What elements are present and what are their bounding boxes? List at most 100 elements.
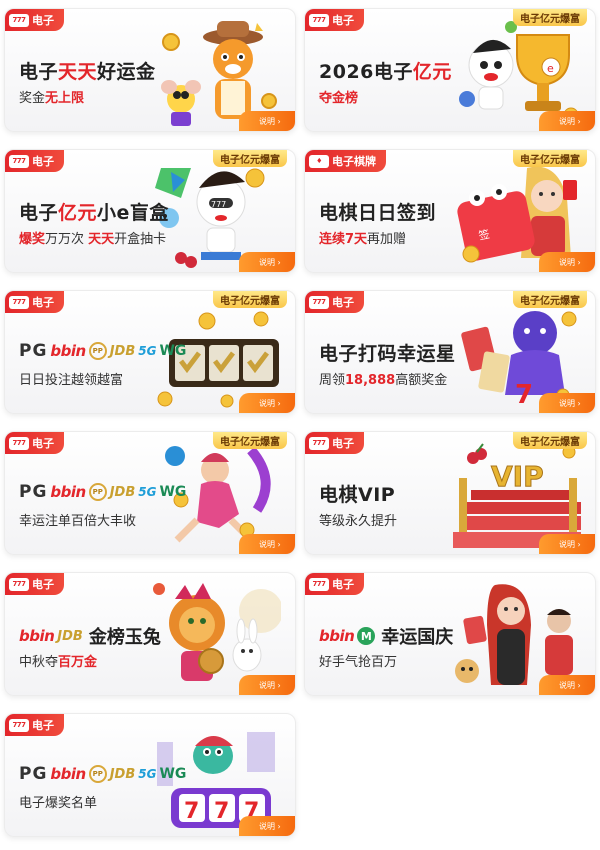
category-tag: 777 电子 [305,432,364,454]
promo-card-gold-ranking[interactable]: 777 电子 电子亿元爆富 2026电子亿元 夺金榜 e 说明 › [304,8,596,132]
svg-text:7: 7 [214,799,229,824]
promo-card-daily-checkin[interactable]: ♦ 电子棋牌 电子亿元爆富 电棋日日签到 连续7天再加赠 签 说明 › [304,149,596,273]
card-title: 电子天天好运金 [19,61,156,83]
detail-button[interactable]: 说明 › [239,816,295,836]
card-title: 电子亿元小e盲盒 [19,202,169,224]
hot-badge: 电子亿元爆富 [513,291,587,308]
svg-text:e: e [547,62,554,75]
category-tag: 777 电子 [5,150,64,172]
hot-badge: 电子亿元爆富 [513,9,587,26]
card-subtitle: 幸运注单百倍大丰收 [19,514,137,529]
card-subtitle: 电子爆奖名单 [19,796,98,811]
card-subtitle: 爆奖万万次 天天开盒抽卡 [19,232,167,247]
category-label: 电子 [32,296,54,309]
bbin-logo: bbin [50,483,86,501]
category-tag: 777 电子 [5,573,64,595]
card-subtitle: 夺金榜 [319,91,359,106]
hot-badge: 电子亿元爆富 [213,291,287,308]
slot-777-icon: 777 [9,295,29,309]
promo-card-national-day[interactable]: 777 电子 bbin M 幸运国庆 好手气抢百万 说明 › [304,572,596,696]
bbin-logo: bbin [50,342,86,360]
detail-button[interactable]: 说明 › [239,393,295,413]
card-title: 金榜玉兔 [88,627,161,648]
pg-logo: PG [19,341,48,361]
wg-logo: WG [159,484,187,500]
promo-card-jade-rabbit[interactable]: 777 电子 bbin JDB 金榜玉兔 中秋夺百万金 说明 › [4,572,296,696]
detail-button[interactable]: 说明 › [239,534,295,554]
5g-logo: 5G [138,485,157,499]
detail-button[interactable]: 说明 › [239,252,295,272]
slot-777-icon: 777 [309,577,329,591]
promo-card-vip[interactable]: 777 电子 电子亿元爆富 电棋VIP 等级永久提升 VIP 说明 › [304,431,596,555]
category-tag: 777 电子 [5,291,64,313]
category-tag: 777 电子 [305,9,364,31]
category-label: 电子 [32,719,54,732]
pp-logo: PP [88,342,107,360]
detail-button[interactable]: 说明 › [539,393,595,413]
provider-logos: bbin M 幸运国庆 [319,623,453,649]
hot-badge: 电子亿元爆富 [213,432,287,449]
hot-badge: 电子亿元爆富 [513,432,587,449]
bbin-logo: bbin [319,627,355,645]
jdb-logo: JDB [57,628,83,644]
chess-card-icon: ♦ [309,154,329,168]
slot-777-icon: 777 [309,436,329,450]
promo-card-daily-luck[interactable]: 777 电子 电子天天好运金 奖金无上限 说明 › [4,8,296,132]
detail-button[interactable]: 说明 › [539,675,595,695]
slot-777-icon: 777 [9,13,29,27]
category-tag: 777 电子 [5,9,64,31]
card-subtitle: 奖金无上限 [19,91,85,106]
provider-logos: PG bbin PP JDB 5G WG [19,482,186,502]
slot-777-icon: 777 [9,154,29,168]
detail-button[interactable]: 说明 › [239,111,295,131]
category-tag: 777 电子 [5,714,64,736]
category-label: 电子棋牌 [332,155,376,168]
slot-777-icon: 777 [9,577,29,591]
category-label: 电子 [332,296,354,309]
slot-777-icon: 777 [9,718,29,732]
promo-card-daily-bet[interactable]: 777 电子 电子亿元爆富 PG bbin PP JDB 5G WG 日日投注越领… [4,290,296,414]
category-tag: ♦ 电子棋牌 [305,150,386,172]
promo-grid: 777 电子 电子天天好运金 奖金无上限 说明 › 777 电子 电子亿元爆富 20… [0,0,600,850]
detail-button[interactable]: 说明 › [239,675,295,695]
promo-card-jackpot-list[interactable]: 777 电子 PG bbin PP JDB 5G WG 电子爆奖名单 7 7 7 … [4,713,296,837]
5g-logo: 5G [138,767,157,781]
promo-card-lucky-bet[interactable]: 777 电子 电子亿元爆富 PG bbin PP JDB 5G WG 幸运注单百倍… [4,431,296,555]
pg-logo: PG [19,764,48,784]
pp-logo: PP [88,765,107,783]
detail-button[interactable]: 说明 › [539,534,595,554]
card-subtitle: 日日投注越领越富 [19,373,124,388]
pp-logo: PP [88,483,107,501]
category-label: 电子 [32,14,54,27]
provider-logos: bbin JDB 金榜玉兔 [19,623,161,649]
jdb-logo: JDB [109,343,136,359]
bbin-logo: bbin [19,627,55,645]
svg-text:7: 7 [515,380,533,410]
wg-logo: WG [159,343,187,359]
provider-logos: PG bbin PP JDB 5G WG [19,764,186,784]
card-subtitle: 等级永久提升 [319,514,398,529]
category-label: 电子 [332,437,354,450]
5g-logo: 5G [138,344,157,358]
slot-777-icon: 777 [9,436,29,450]
hot-badge: 电子亿元爆富 [213,150,287,167]
slot-777-icon: 777 [309,295,329,309]
card-subtitle: 中秋夺百万金 [19,655,98,670]
category-tag: 777 电子 [305,291,364,313]
bbin-logo: bbin [50,765,86,783]
promo-card-lucky-star[interactable]: 777 电子 电子亿元爆富 电子打码幸运星 周领18,888高额奖金 7 说明 › [304,290,596,414]
category-label: 电子 [32,578,54,591]
svg-text:777: 777 [211,200,226,209]
category-label: 电子 [332,578,354,591]
detail-button[interactable]: 说明 › [539,252,595,272]
hot-badge: 电子亿元爆富 [513,150,587,167]
card-title: 幸运国庆 [381,627,454,648]
card-title: 电子打码幸运星 [319,343,456,365]
card-title: 2026电子亿元 [319,61,452,83]
detail-button[interactable]: 说明 › [539,111,595,131]
promo-card-blind-box[interactable]: 777 电子 电子亿元爆富 电子亿元小e盲盒 爆奖万万次 天天开盒抽卡 777 说… [4,149,296,273]
category-label: 电子 [32,155,54,168]
pg-logo: PG [19,482,48,502]
card-subtitle: 连续7天再加赠 [319,232,407,247]
category-label: 电子 [332,14,354,27]
